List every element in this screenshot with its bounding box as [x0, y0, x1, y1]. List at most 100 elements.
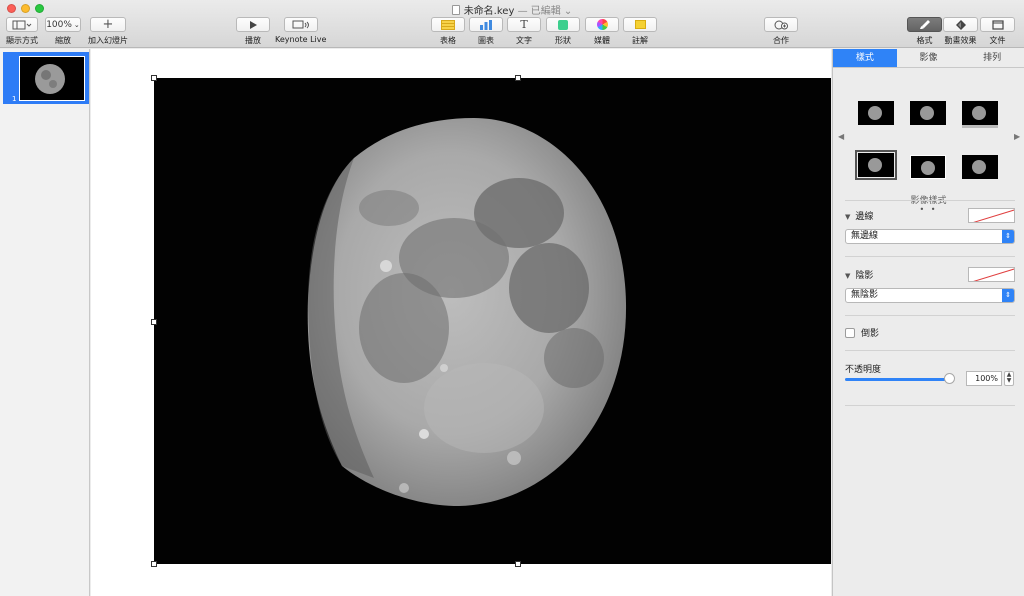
chevron-left-icon[interactable]: ◀ [838, 132, 844, 141]
image-style-2[interactable] [910, 101, 946, 125]
resize-handle-bottom-left[interactable] [151, 561, 157, 567]
resize-handle-top-left[interactable] [151, 75, 157, 81]
tab-image[interactable]: 影像 [897, 49, 961, 67]
opacity-stepper[interactable]: ▲ ▼ [1004, 371, 1014, 386]
tab-arrange[interactable]: 排列 [960, 49, 1024, 67]
chevron-updown-icon: ⇕ [1002, 230, 1014, 243]
collaborate-control[interactable]: 合作 [764, 17, 798, 46]
shape-control[interactable]: 形狀 [546, 17, 580, 46]
chevron-down-icon: ⌄ [73, 20, 80, 29]
animate-control[interactable]: 動畫效果 [943, 17, 978, 46]
chart-icon [480, 19, 492, 30]
image-style-4[interactable] [855, 150, 897, 180]
slide-number: 1 [12, 95, 17, 103]
view-control[interactable]: 顯示方式 [6, 17, 38, 46]
document-button[interactable] [980, 17, 1015, 32]
moon-style-preview [972, 160, 986, 174]
format-label: 格式 [916, 36, 933, 45]
slide-thumbnail-image [19, 56, 85, 101]
document-icon [991, 19, 1004, 30]
document-label: 文件 [989, 36, 1006, 45]
table-button[interactable] [431, 17, 465, 32]
document-name[interactable]: 未命名.key [464, 6, 515, 17]
shape-label: 形狀 [555, 36, 571, 45]
tab-style[interactable]: 樣式 [833, 49, 897, 67]
shadow-style-value: 無陰影 [851, 290, 879, 300]
resize-handle-bottom[interactable] [515, 561, 521, 567]
image-style-1[interactable] [858, 101, 894, 125]
resize-handle-left[interactable] [151, 319, 157, 325]
plus-icon: + [102, 16, 114, 32]
shape-icon [558, 19, 568, 30]
border-color-well[interactable] [968, 207, 1015, 223]
sidebar-layout-icon [12, 20, 32, 29]
disclosure-triangle-icon[interactable]: ▼ [845, 272, 850, 280]
slide-thumbnail-selected[interactable]: 1 [3, 52, 89, 104]
divider [845, 315, 1015, 316]
animate-diamond-icon [955, 19, 966, 30]
zoom-label: 縮放 [55, 36, 71, 45]
image-style-5[interactable] [910, 155, 946, 179]
opacity-section: 不透明度 100% ▲ ▼ [845, 362, 1015, 392]
add-slide-label: 加入幻燈片 [88, 36, 128, 45]
moon-style-preview [921, 161, 935, 175]
border-section: ▼ 邊線 無邊線 ⇕ [845, 207, 1015, 244]
chevron-right-icon[interactable]: ▶ [1014, 132, 1020, 141]
view-button[interactable] [6, 17, 38, 32]
collaborate-button[interactable] [764, 17, 798, 32]
play-button[interactable] [236, 17, 270, 32]
table-control[interactable]: 表格 [431, 17, 465, 46]
add-slide-button[interactable]: + [90, 17, 126, 32]
add-slide-control[interactable]: + 加入幻燈片 [88, 17, 128, 46]
keynote-live-button[interactable] [283, 17, 318, 32]
image-style-3[interactable] [962, 101, 998, 125]
text-icon: T [520, 18, 528, 31]
opacity-slider-knob[interactable] [944, 373, 955, 384]
reflection-label: 倒影 [861, 329, 880, 339]
collaborate-label: 合作 [773, 36, 789, 45]
moon-image[interactable] [154, 78, 831, 564]
comment-label: 註解 [632, 36, 648, 45]
image-style-6[interactable] [962, 155, 998, 179]
edited-status: 已編輯 [530, 6, 561, 17]
text-button[interactable]: T [507, 17, 541, 32]
chart-control[interactable]: 圖表 [469, 17, 503, 46]
shadow-style-select[interactable]: 無陰影 ⇕ [845, 288, 1015, 303]
divider [845, 405, 1015, 406]
keynote-live-label: Keynote Live [275, 35, 327, 44]
moon-photo [307, 118, 627, 506]
media-control[interactable]: 媒體 [585, 17, 619, 46]
document-control[interactable]: 文件 [980, 17, 1015, 46]
keynote-live-control[interactable]: Keynote Live [275, 17, 326, 44]
comment-button[interactable] [623, 17, 657, 32]
zoom-control[interactable]: 100% ⌄ 縮放 [45, 17, 81, 46]
opacity-value-field[interactable]: 100% [966, 371, 1002, 386]
reflection-checkbox[interactable] [845, 328, 855, 338]
text-label: 文字 [516, 36, 532, 45]
comment-control[interactable]: 註解 [623, 17, 657, 46]
divider [845, 200, 1015, 201]
shadow-color-well[interactable] [968, 266, 1015, 282]
opacity-slider[interactable] [845, 378, 953, 381]
slide-canvas[interactable] [91, 49, 831, 596]
play-label: 播放 [245, 36, 261, 45]
format-control[interactable]: 格式 [907, 17, 942, 46]
shape-button[interactable] [546, 17, 580, 32]
animate-button[interactable] [943, 17, 978, 32]
chart-button[interactable] [469, 17, 503, 32]
disclosure-triangle-icon[interactable]: ▼ [845, 213, 850, 221]
zoom-select[interactable]: 100% ⌄ [45, 17, 81, 32]
moon-style-preview [868, 158, 882, 172]
resize-handle-top[interactable] [515, 75, 521, 81]
text-control[interactable]: T 文字 [507, 17, 541, 46]
border-style-select[interactable]: 無邊線 ⇕ [845, 229, 1015, 244]
slide-navigator: 1 [0, 49, 90, 596]
format-button[interactable] [907, 17, 942, 32]
media-button[interactable] [585, 17, 619, 32]
divider [845, 350, 1015, 351]
moon-style-preview [868, 106, 882, 120]
view-label: 顯示方式 [6, 36, 38, 45]
play-control[interactable]: 播放 [236, 17, 270, 46]
moon-thumbnail [35, 64, 65, 94]
chart-label: 圖表 [478, 36, 494, 45]
